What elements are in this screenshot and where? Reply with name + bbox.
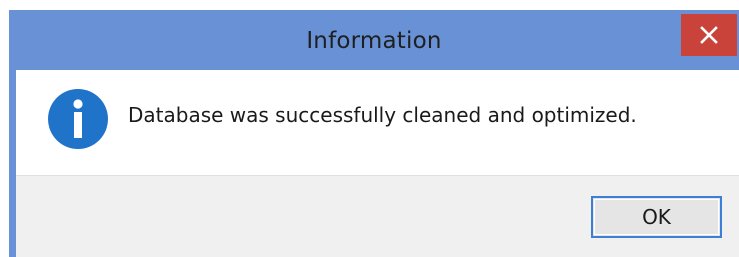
message-text: Database was successfully cleaned and op… [128,103,637,127]
close-button[interactable] [681,14,737,56]
window-frame [9,70,16,257]
dialog-title: Information [306,28,442,54]
info-icon [48,89,108,149]
information-dialog: Information Database was successfully cl… [9,10,739,257]
close-icon [700,26,718,44]
dialog-content: Database was successfully cleaned and op… [16,70,739,257]
ok-button[interactable]: OK [591,196,722,238]
button-area: OK [16,175,739,257]
message-area: Database was successfully cleaned and op… [16,70,739,175]
title-bar[interactable]: Information [9,10,739,70]
